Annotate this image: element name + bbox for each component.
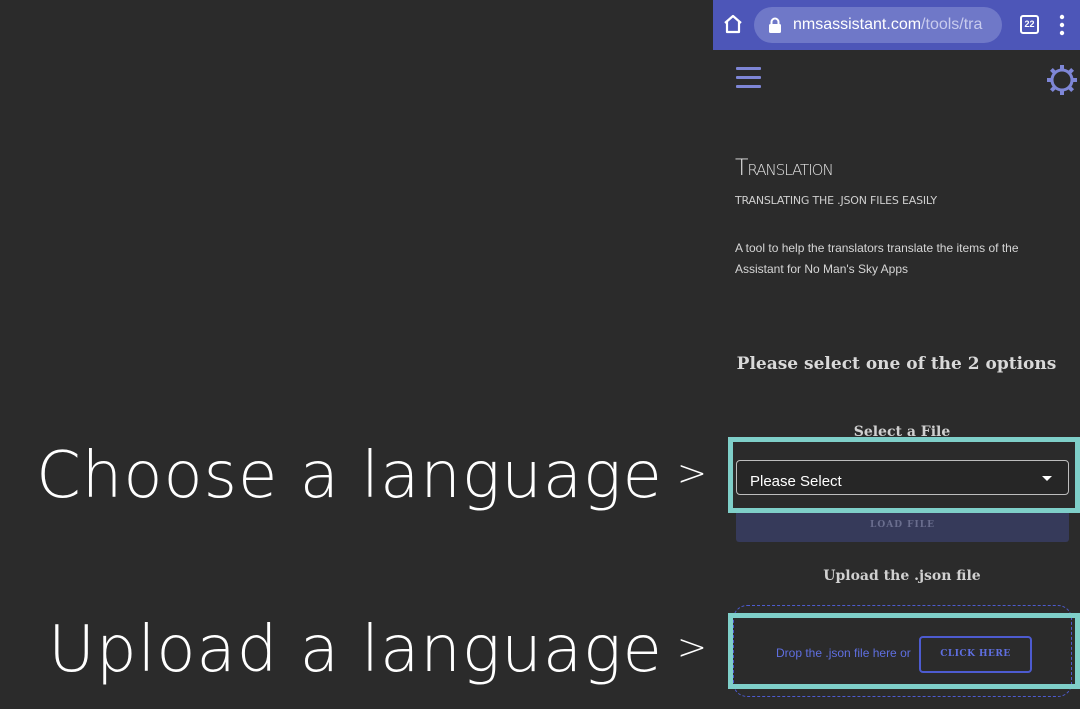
home-icon[interactable] xyxy=(721,12,745,36)
annotation-upload-language: Upload a language > xyxy=(48,618,708,682)
browser-toolbar: nmsassistant.com/tools/tra 22 xyxy=(713,0,1080,50)
annotation-arrow: > xyxy=(676,626,708,668)
hamburger-icon[interactable] xyxy=(736,67,761,89)
url-path: /tools/tra xyxy=(921,16,983,33)
options-heading: Please select one of the 2 options xyxy=(736,354,1057,374)
annotation-arrow: > xyxy=(676,452,708,494)
annotation-upload-text: Upload a language xyxy=(48,613,663,687)
url-host: nmsassistant.com xyxy=(793,16,922,33)
lock-icon xyxy=(769,17,781,33)
annotation-choose-text: Choose a language xyxy=(36,439,663,513)
page-subtitle: Translating the .json files easily xyxy=(735,194,937,207)
phone-screen: nmsassistant.com/tools/tra 22 Translatio… xyxy=(713,0,1080,709)
tabs-icon[interactable]: 22 xyxy=(1020,15,1039,34)
highlight-select-box xyxy=(728,437,1080,513)
page-title: Translation xyxy=(735,156,834,181)
upload-heading: Upload the .json file xyxy=(823,568,981,584)
highlight-upload-box xyxy=(728,613,1080,689)
gear-icon[interactable] xyxy=(1046,64,1078,96)
overflow-menu-icon[interactable] xyxy=(1059,14,1065,36)
annotation-choose-language: Choose a language > xyxy=(36,444,708,508)
url-text: nmsassistant.com/tools/tra xyxy=(793,16,982,34)
load-file-button[interactable]: LOAD FILE xyxy=(736,509,1069,542)
url-bar[interactable]: nmsassistant.com/tools/tra xyxy=(754,7,1002,43)
page-description: A tool to help the translators translate… xyxy=(735,241,1019,276)
